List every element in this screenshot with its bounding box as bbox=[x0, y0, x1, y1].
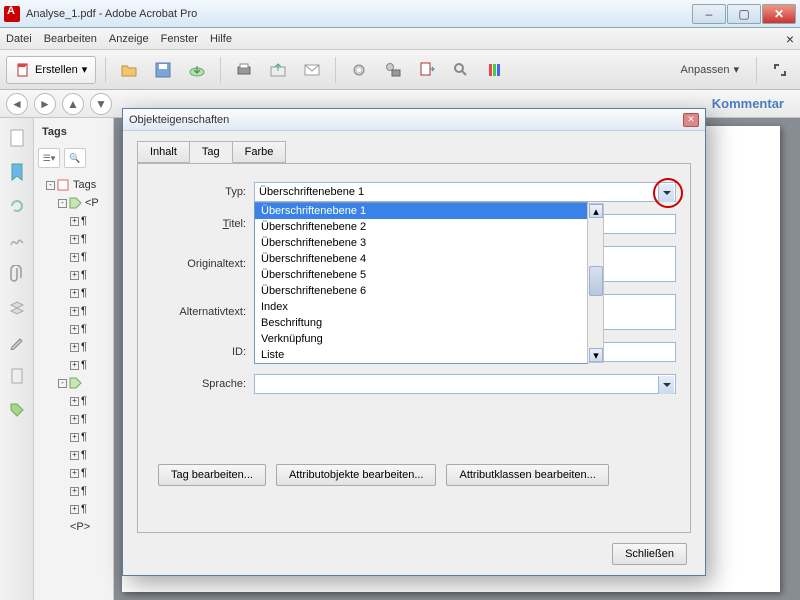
tags-tree[interactable]: -Tags -<P +¶ +¶ +¶ +¶ +¶ +¶ +¶ +¶ +¶ - +… bbox=[38, 176, 109, 536]
dropdown-icon: ▾ bbox=[82, 63, 88, 76]
tab-inhalt[interactable]: Inhalt bbox=[137, 141, 190, 163]
tags-panel: Tags ☰▾ 🔍 -Tags -<P +¶ +¶ +¶ +¶ +¶ +¶ +¶… bbox=[34, 118, 114, 600]
type-option[interactable]: Überschriftenebene 3 bbox=[255, 235, 587, 251]
dropdown-scrollbar[interactable]: ▴ ▾ bbox=[587, 203, 604, 363]
scroll-down-icon[interactable]: ▾ bbox=[589, 348, 603, 362]
edit-attribute-objects-button[interactable]: Attributobjekte bearbeiten... bbox=[276, 464, 437, 486]
tags-options-button[interactable]: ☰▾ bbox=[38, 148, 60, 168]
clipboard-icon[interactable] bbox=[7, 366, 27, 386]
type-value: Überschriftenebene 1 bbox=[259, 186, 364, 198]
attachment-icon[interactable] bbox=[7, 264, 27, 284]
next-page-button[interactable]: ► bbox=[34, 93, 56, 115]
prev-page-button[interactable]: ◄ bbox=[6, 93, 28, 115]
menu-datei[interactable]: Datei bbox=[6, 33, 32, 45]
close-dialog-button[interactable]: Schließen bbox=[612, 543, 687, 565]
type-option[interactable]: Verknüpfung bbox=[255, 331, 587, 347]
type-dropdown-button[interactable] bbox=[658, 184, 674, 202]
title-label: Titel: bbox=[152, 218, 246, 230]
maximize-button[interactable]: ▢ bbox=[727, 4, 761, 24]
side-toolbar bbox=[0, 118, 34, 600]
tab-tag[interactable]: Tag bbox=[189, 141, 233, 163]
toolbar: Erstellen ▾ Anpassen▾ bbox=[0, 50, 800, 90]
type-dropdown-list[interactable]: Überschriftenebene 1 Überschriftenebene … bbox=[254, 202, 588, 364]
tab-content: Typ: Überschriftenebene 1 Überschriftene… bbox=[137, 163, 691, 533]
type-option[interactable]: Überschriftenebene 2 bbox=[255, 219, 587, 235]
save-button[interactable] bbox=[149, 56, 177, 84]
scroll-thumb[interactable] bbox=[589, 266, 603, 296]
language-dropdown-button[interactable] bbox=[658, 376, 674, 394]
type-option[interactable]: Überschriftenebene 4 bbox=[255, 251, 587, 267]
bookmark-icon[interactable] bbox=[7, 162, 27, 182]
type-option[interactable]: Überschriftenebene 5 bbox=[255, 267, 587, 283]
menu-fenster[interactable]: Fenster bbox=[161, 33, 198, 45]
window-title: Analyse_1.pdf - Adobe Acrobat Pro bbox=[26, 8, 197, 20]
print-button[interactable] bbox=[230, 56, 258, 84]
signature-icon[interactable] bbox=[7, 230, 27, 250]
edit-attribute-classes-button[interactable]: Attributklassen bearbeiten... bbox=[446, 464, 608, 486]
fullscreen-button[interactable] bbox=[766, 56, 794, 84]
create-icon bbox=[15, 62, 31, 78]
type-option[interactable]: Überschriftenebene 1 bbox=[255, 203, 587, 219]
tags-panel-title: Tags bbox=[42, 126, 109, 138]
minimize-button[interactable]: – bbox=[692, 4, 726, 24]
gear-button[interactable] bbox=[345, 56, 373, 84]
edit-icon[interactable] bbox=[7, 332, 27, 352]
type-option[interactable]: Überschriftenebene 6 bbox=[255, 283, 587, 299]
type-option[interactable]: Index bbox=[255, 299, 587, 315]
page-thumbnails-icon[interactable] bbox=[7, 128, 27, 148]
open-button[interactable] bbox=[115, 56, 143, 84]
menu-anzeige[interactable]: Anzeige bbox=[109, 33, 149, 45]
cloud-button[interactable] bbox=[183, 56, 211, 84]
create-label: Erstellen bbox=[35, 64, 78, 76]
menu-hilfe[interactable]: Hilfe bbox=[210, 33, 232, 45]
tags-search-button[interactable]: 🔍 bbox=[64, 148, 86, 168]
share-button[interactable] bbox=[264, 56, 292, 84]
edit-tag-button[interactable]: Tag bearbeiten... bbox=[158, 464, 266, 486]
dialog-titlebar: Objekteigenschaften ✕ bbox=[123, 109, 705, 131]
close-button[interactable]: ✕ bbox=[762, 4, 796, 24]
type-option[interactable]: Liste bbox=[255, 347, 587, 363]
tag-icon[interactable] bbox=[7, 400, 27, 420]
refresh-icon[interactable] bbox=[7, 196, 27, 216]
language-select[interactable] bbox=[254, 374, 676, 394]
scroll-up-icon[interactable]: ▴ bbox=[589, 204, 603, 218]
export-button[interactable] bbox=[413, 56, 441, 84]
create-button[interactable]: Erstellen ▾ bbox=[6, 56, 96, 84]
dialog-tabs: Inhalt Tag Farbe bbox=[137, 141, 705, 163]
customize-button[interactable]: Anpassen▾ bbox=[673, 63, 747, 76]
dropdown-icon: ▾ bbox=[733, 63, 739, 76]
window-titlebar: Analyse_1.pdf - Adobe Acrobat Pro – ▢ ✕ bbox=[0, 0, 800, 28]
type-select[interactable]: Überschriftenebene 1 bbox=[254, 182, 676, 202]
object-properties-dialog: Objekteigenschaften ✕ Inhalt Tag Farbe T… bbox=[122, 108, 706, 576]
page-down-button[interactable]: ▼ bbox=[90, 93, 112, 115]
language-label: Sprache: bbox=[152, 378, 246, 390]
doc-close-icon[interactable]: × bbox=[786, 31, 794, 47]
type-option[interactable]: Beschriftung bbox=[255, 315, 587, 331]
gear-print-button[interactable] bbox=[379, 56, 407, 84]
kommentar-panel-button[interactable]: Kommentar bbox=[702, 96, 794, 111]
tab-farbe[interactable]: Farbe bbox=[232, 141, 287, 163]
dialog-title: Objekteigenschaften bbox=[129, 114, 229, 126]
palette-button[interactable] bbox=[481, 56, 509, 84]
app-icon bbox=[4, 6, 20, 22]
dialog-close-button[interactable]: ✕ bbox=[683, 113, 699, 127]
search-button[interactable] bbox=[447, 56, 475, 84]
originaltext-label: Originaltext: bbox=[152, 258, 246, 270]
layers-icon[interactable] bbox=[7, 298, 27, 318]
type-label: Typ: bbox=[152, 186, 246, 198]
menubar: Datei Bearbeiten Anzeige Fenster Hilfe × bbox=[0, 28, 800, 50]
page-up-button[interactable]: ▲ bbox=[62, 93, 84, 115]
alttext-label: Alternativtext: bbox=[152, 306, 246, 318]
mail-button[interactable] bbox=[298, 56, 326, 84]
menu-bearbeiten[interactable]: Bearbeiten bbox=[44, 33, 97, 45]
id-label: ID: bbox=[152, 346, 246, 358]
